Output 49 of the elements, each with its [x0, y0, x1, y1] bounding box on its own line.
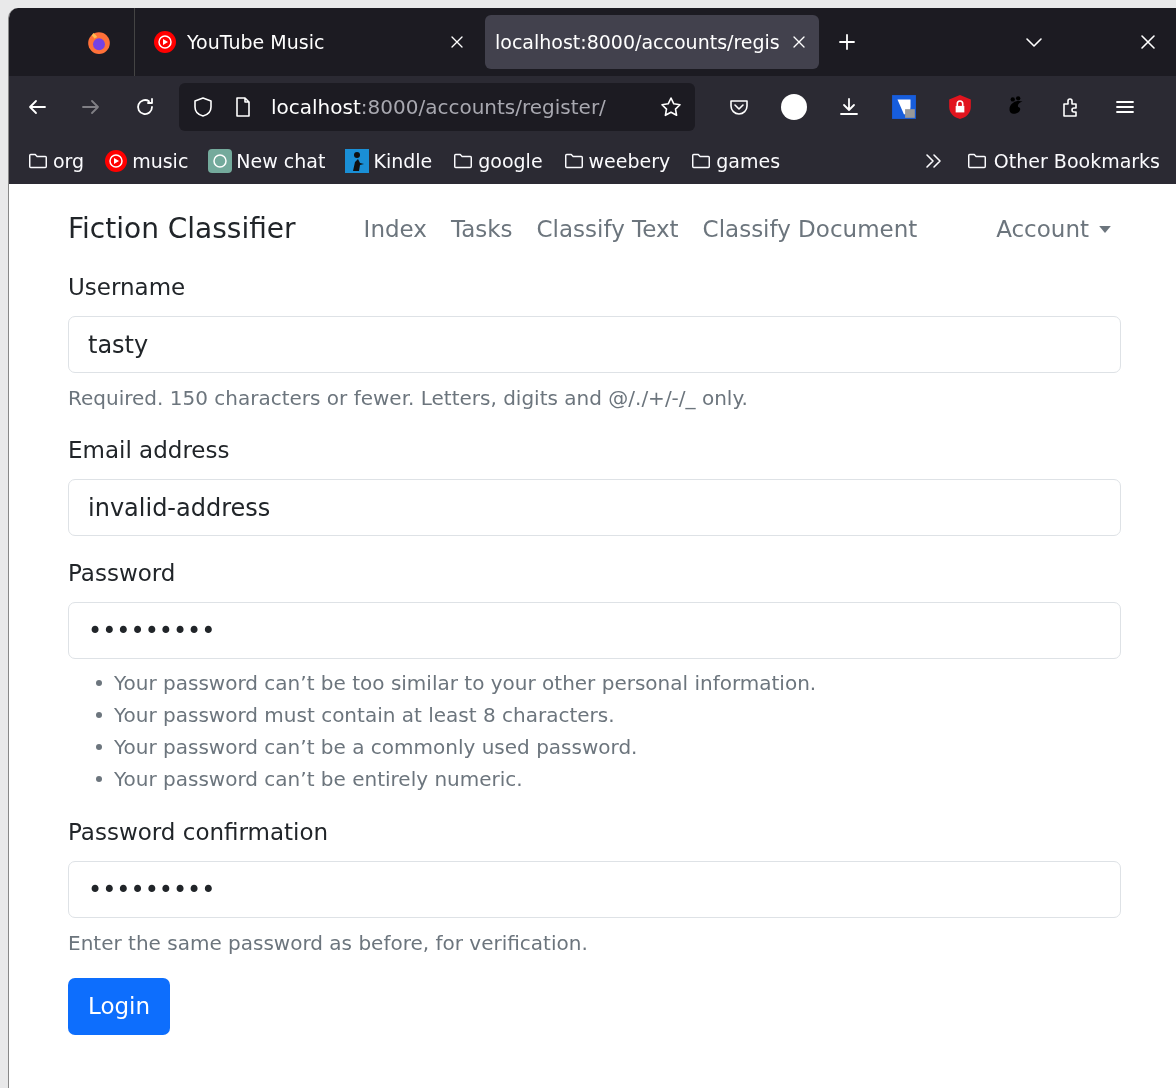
bookmark-link[interactable]: weebery [562, 146, 671, 176]
input-field[interactable]: invalid-address [68, 479, 1121, 536]
help-text: Your password can’t be entirely numeric. [114, 766, 523, 793]
nav-link[interactable]: Index [363, 211, 427, 247]
bookmark-link[interactable]: games [690, 146, 781, 176]
bookmark-link[interactable]: Other Bookmarks [965, 146, 1160, 176]
bookmark-link[interactable]: Kindle [345, 146, 433, 176]
browser-tab[interactable]: localhost:8000/accounts/regis [485, 15, 819, 69]
bullet-icon [96, 744, 102, 750]
caret-icon [1099, 225, 1111, 233]
input-field[interactable]: ••••••••• [68, 861, 1121, 918]
chat-logo-icon [208, 149, 233, 173]
bullet-icon [96, 712, 102, 718]
help-text: Your password can’t be too similar to your other personal information. [114, 670, 817, 697]
bookmark-star-icon[interactable] [659, 95, 683, 119]
shield-lock-icon[interactable] [947, 94, 973, 120]
browser-tab[interactable]: YouTube Music [143, 15, 477, 69]
bookmark-link[interactable]: music [104, 146, 189, 176]
nav-link[interactable]: Classify Document [702, 211, 918, 247]
bookmark-link[interactable]: org [27, 146, 85, 176]
url-text: localhost:8000/accounts/register/ [271, 94, 607, 121]
music-icon [104, 149, 129, 173]
field-label: Password confirmation [68, 818, 330, 847]
login-button[interactable]: Login [68, 978, 171, 1035]
tab-title: YouTube Music [187, 29, 326, 55]
password-manager-icon[interactable] [891, 94, 917, 120]
help-text: Required. 150 characters or fewer. Letters, digits and @/./+/-/_ only. [68, 385, 749, 412]
field-label: Email address [68, 436, 231, 465]
bullet-icon [96, 680, 102, 686]
music-icon [153, 30, 177, 54]
tab-title: localhost:8000/accounts/regis [495, 29, 779, 55]
circle-icon[interactable] [781, 94, 807, 120]
help-text: Your password can’t be a commonly used password. [114, 734, 638, 761]
bookmark-link[interactable]: New chat [208, 146, 326, 176]
nav-link[interactable]: Tasks [450, 211, 513, 247]
account-dropdown[interactable]: Account [996, 211, 1111, 247]
address-bar[interactable]: localhost:8000/accounts/register/ [179, 83, 695, 131]
bookmark-link[interactable]: google [452, 146, 543, 176]
input-field[interactable]: ••••••••• [68, 602, 1121, 659]
brand-title[interactable]: Fiction Classifier [68, 208, 296, 250]
browser-logo-icon[interactable] [86, 29, 112, 55]
help-text: Enter the same password as before, for verification. [68, 930, 589, 957]
field-label: Password [68, 559, 177, 588]
nav-link[interactable]: Classify Text [536, 211, 679, 247]
shield-icon[interactable] [191, 95, 215, 119]
input-field[interactable]: tasty [68, 316, 1121, 373]
help-text: Your password must contain at least 8 characters. [114, 702, 615, 729]
field-label: Username [68, 273, 187, 302]
bullet-icon [96, 776, 102, 782]
